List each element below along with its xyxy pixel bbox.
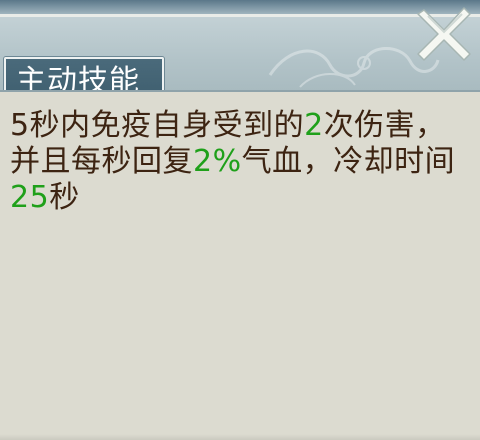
title-box: 主动技能 xyxy=(4,57,164,92)
description-value-cooldown: 25 xyxy=(10,180,50,215)
description-text: 秒 xyxy=(49,180,80,215)
bottom-shade xyxy=(0,434,480,440)
top-border xyxy=(0,0,480,14)
description-value-hit-count: 2 xyxy=(304,108,324,143)
skill-type-title: 主动技能 xyxy=(16,64,140,92)
close-button[interactable] xyxy=(416,4,474,62)
close-icon xyxy=(417,7,471,61)
cloud-ornament-icon xyxy=(268,47,440,88)
description-text: 5秒内免疫自身受到的 xyxy=(10,108,305,143)
panel-header: 主动技能 xyxy=(0,17,480,92)
skill-description: 5秒内免疫自身受到的2次伤害，并且每秒回复2%气血，冷却时间25秒 xyxy=(10,108,472,216)
description-value-heal-percent: 2% xyxy=(193,144,242,179)
skill-tooltip-panel: 主动技能 5秒内免疫自身受到的2次伤害，并且每秒回复2%气血，冷却时间25秒 xyxy=(0,0,480,440)
description-text: 气血，冷却时间 xyxy=(241,144,456,179)
